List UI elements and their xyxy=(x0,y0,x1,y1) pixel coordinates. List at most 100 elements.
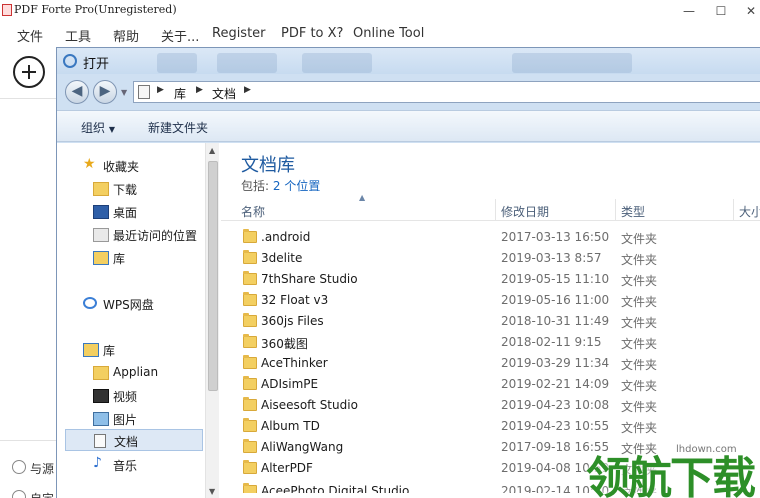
desktop-icon xyxy=(93,205,109,219)
nav-music[interactable]: ♪ 音乐 xyxy=(93,454,203,476)
file-row[interactable]: 360截图 2018-02-11 9:15 文件夹 xyxy=(221,332,760,353)
file-row[interactable]: 7thShare Studio 2019-05-15 11:10 文件夹 xyxy=(221,269,760,290)
nav-label: 库 xyxy=(113,252,126,266)
nav-libraries[interactable]: 库 xyxy=(83,339,203,361)
file-name: AlterPDF xyxy=(261,461,313,475)
file-type: 文件夹 xyxy=(621,295,658,309)
column-size[interactable]: 大小 xyxy=(739,203,760,220)
folder-icon xyxy=(243,439,257,453)
file-row[interactable]: 360js Files 2018-10-31 11:49 文件夹 xyxy=(221,311,760,332)
background-toolbar-shadow xyxy=(512,53,632,73)
file-name: ADIsimPE xyxy=(261,377,319,391)
column-divider[interactable] xyxy=(495,199,496,221)
nav-recent-places[interactable]: 最近访问的位置 xyxy=(93,224,203,246)
library-includes: 包括: 2 个位置 xyxy=(241,177,320,194)
file-row[interactable]: .android 2017-03-13 16:50 文件夹 xyxy=(221,227,760,248)
folder-icon xyxy=(243,229,257,243)
file-name: Album TD xyxy=(261,419,320,433)
file-date: 2019-04-23 10:08 xyxy=(501,398,610,412)
menu-about[interactable]: 关于... xyxy=(161,26,199,45)
file-name: 32 Float v3 xyxy=(261,293,329,307)
close-icon[interactable]: ✕ xyxy=(740,3,760,19)
folder-icon xyxy=(243,334,257,348)
dialog-title: 打开 xyxy=(83,57,110,72)
menu-bar: 文件 工具 帮助 关于... Register PDF to X? Online… xyxy=(0,24,760,46)
breadcrumb-arrow-icon[interactable]: ▶ xyxy=(157,85,164,95)
navigation-scrollbar[interactable]: ▲ ▼ xyxy=(205,143,219,498)
maximize-icon[interactable]: ☐ xyxy=(710,3,732,19)
file-row[interactable]: ADIsimPE 2019-02-21 14:09 文件夹 xyxy=(221,374,760,395)
file-row[interactable]: 32 Float v3 2019-05-16 11:00 文件夹 xyxy=(221,290,760,311)
folder-icon xyxy=(243,483,257,493)
nav-wps-cloud[interactable]: WPS网盘 xyxy=(83,293,203,315)
nav-pictures[interactable]: 图片 xyxy=(93,408,203,430)
scroll-up-icon[interactable]: ▲ xyxy=(209,146,215,155)
breadcrumb-documents[interactable]: 文档 xyxy=(212,85,236,102)
file-row[interactable]: 3delite 2019-03-13 8:57 文件夹 xyxy=(221,248,760,269)
file-row[interactable]: Album TD 2019-04-23 10:55 文件夹 xyxy=(221,416,760,437)
file-name: AceThinker xyxy=(261,356,328,370)
file-row[interactable]: Aiseesoft Studio 2019-04-23 10:08 文件夹 xyxy=(221,395,760,416)
music-note-icon: ♪ xyxy=(93,455,102,471)
organize-label: 组织 xyxy=(81,121,106,135)
add-file-icon[interactable] xyxy=(13,56,45,88)
file-name: 360js Files xyxy=(261,314,324,328)
scroll-thumb[interactable] xyxy=(208,161,218,391)
breadcrumb-library[interactable]: 库 xyxy=(174,85,186,102)
minimize-icon[interactable]: — xyxy=(678,3,700,19)
nav-desktop[interactable]: 桌面 xyxy=(93,201,203,223)
nav-library-shortcut[interactable]: 库 xyxy=(93,247,203,269)
file-date: 2019-05-15 11:10 xyxy=(501,272,610,286)
navigation-pane: ★ 收藏夹 下载 桌面 最近访问的位置 库 WPS网盘 库 Applian 视频… xyxy=(57,143,205,498)
nav-videos[interactable]: 视频 xyxy=(93,385,203,407)
nav-downloads[interactable]: 下载 xyxy=(93,178,203,200)
watermark-url: lhdown.com xyxy=(676,444,737,455)
history-dropdown-icon[interactable]: ▼ xyxy=(121,88,127,97)
output-same-radio[interactable] xyxy=(12,460,26,474)
nav-documents[interactable]: 文档 xyxy=(65,429,203,451)
file-date: 2019-03-13 8:57 xyxy=(501,251,602,265)
new-folder-button[interactable]: 新建文件夹 xyxy=(148,119,208,136)
background-toolbar-shadow xyxy=(302,53,372,73)
folder-icon xyxy=(243,355,257,369)
column-type[interactable]: 类型 xyxy=(621,203,645,220)
divider xyxy=(0,440,56,441)
column-date[interactable]: 修改日期 xyxy=(501,203,549,220)
organize-button[interactable]: 组织 ▼ xyxy=(81,119,115,136)
cloud-icon xyxy=(83,297,97,309)
library-title: 文档库 xyxy=(241,155,295,176)
includes-label: 包括: xyxy=(241,179,270,193)
picture-icon xyxy=(93,412,109,426)
address-bar[interactable]: ▶ 库 ▶ 文档 ▶ xyxy=(133,81,760,103)
column-divider[interactable] xyxy=(615,199,616,221)
menu-tools[interactable]: 工具 xyxy=(65,26,91,45)
column-name[interactable]: 名称 xyxy=(241,203,265,220)
file-row[interactable]: AceThinker 2019-03-29 11:34 文件夹 xyxy=(221,353,760,374)
menu-register[interactable]: Register xyxy=(212,26,266,41)
menu-pdf-to-x[interactable]: PDF to X? xyxy=(281,26,343,41)
menu-online-tool[interactable]: Online Tool xyxy=(353,26,424,41)
breadcrumb-arrow-icon[interactable]: ▶ xyxy=(244,85,251,95)
nav-favorites[interactable]: ★ 收藏夹 xyxy=(83,155,203,177)
nav-label: 桌面 xyxy=(113,206,138,220)
folder-icon xyxy=(243,313,257,327)
menu-help[interactable]: 帮助 xyxy=(113,26,139,45)
forward-arrow-icon[interactable]: ▶ xyxy=(93,80,117,104)
file-date: 2019-02-21 14:09 xyxy=(501,377,610,391)
output-custom-radio[interactable] xyxy=(12,490,26,498)
file-name: AliWangWang xyxy=(261,440,344,454)
column-divider[interactable] xyxy=(733,199,734,221)
downloads-folder-icon xyxy=(93,182,109,196)
scroll-down-icon[interactable]: ▼ xyxy=(209,487,215,496)
output-custom-label: 自定 xyxy=(30,490,54,498)
includes-locations-link[interactable]: 2 个位置 xyxy=(273,179,320,193)
menu-file[interactable]: 文件 xyxy=(17,26,43,45)
star-icon: ★ xyxy=(83,156,96,172)
nav-label: 视频 xyxy=(113,390,138,404)
nav-applian[interactable]: Applian xyxy=(93,362,203,384)
file-type: 文件夹 xyxy=(621,232,658,246)
back-arrow-icon[interactable]: ◀ xyxy=(65,80,89,104)
app-title-bar: PDF Forte Pro(Unregistered) — ☐ ✕ xyxy=(0,0,760,22)
breadcrumb-arrow-icon[interactable]: ▶ xyxy=(196,85,203,95)
recent-places-icon xyxy=(93,228,109,242)
